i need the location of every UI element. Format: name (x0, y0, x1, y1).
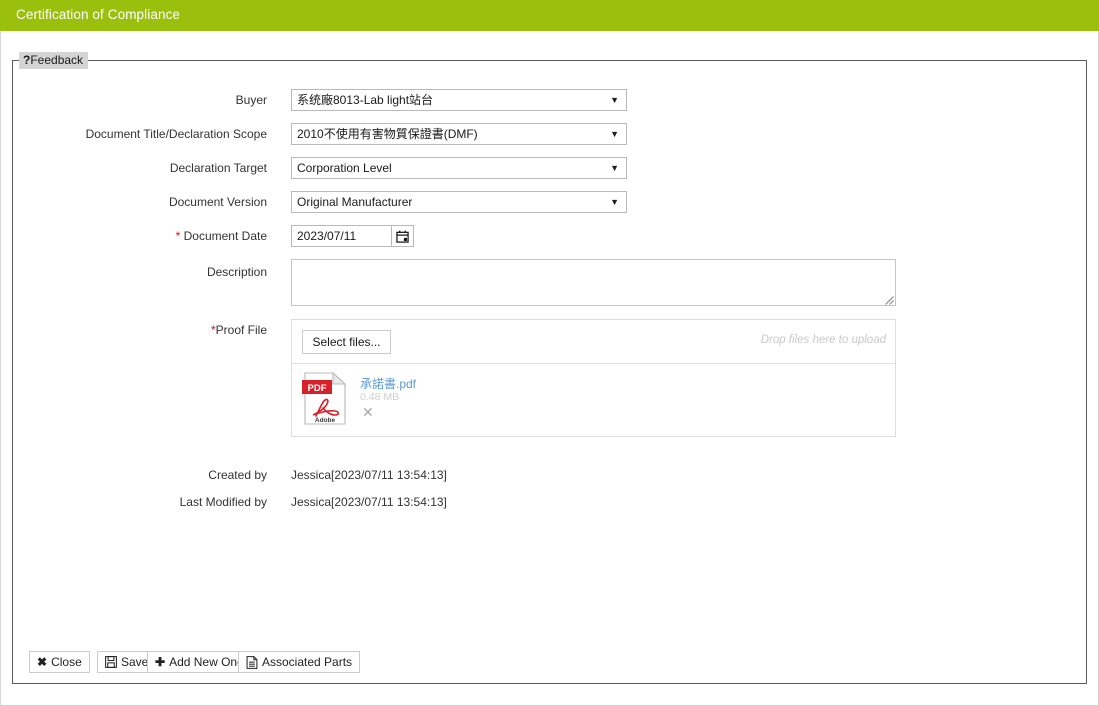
label-proof-file: *Proof File (13, 323, 267, 337)
label-buyer: Buyer (235, 93, 267, 107)
close-x-icon: ✖ (37, 655, 48, 669)
label-proof-file-text: Proof File (215, 323, 267, 337)
file-size: 0.48 MB (360, 391, 400, 403)
select-files-button[interactable]: Select files... (302, 330, 391, 354)
associated-parts-button[interactable]: Associated Parts (238, 651, 361, 673)
window-title-bar: Certification of Compliance (0, 0, 1099, 31)
chevron-down-icon: ▼ (610, 163, 619, 173)
file-uploader-header: Select files... Drop files here to uploa… (292, 320, 895, 364)
label-document-version: Document Version (168, 195, 267, 209)
chevron-down-icon: ▼ (610, 129, 619, 139)
add-new-one-button-label: Add New One (169, 655, 244, 669)
remove-file-icon[interactable]: ✕ (362, 405, 374, 419)
drop-files-hint: Drop files here to upload (760, 334, 886, 346)
plus-icon: ✚ (155, 655, 166, 669)
chevron-down-icon: ▼ (610, 95, 619, 105)
label-document-date: * Document Date (13, 229, 267, 243)
svg-text:Adobe: Adobe (315, 417, 336, 424)
label-declaration-target: Declaration Target (169, 161, 267, 175)
document-version-select-value: Original Manufacturer (297, 195, 413, 209)
document-title-select-value: 2010不使用有害物質保證書(DMF) (297, 127, 478, 141)
file-uploader: Select files... Drop files here to uploa… (291, 319, 896, 437)
save-floppy-icon (105, 656, 117, 668)
feedback-tab-label: Feedback (30, 53, 84, 67)
form-action-bar: ✖ Close Save ✚ Add New One Associated Pa… (13, 643, 1086, 683)
content-panel: Buyer 系统廠8013-Lab light站台 ▼ Document Tit… (12, 60, 1087, 684)
label-document-date-text: Document Date (183, 229, 267, 243)
created-by-value: Jessica[2023/07/11 13:54:13] (291, 468, 447, 482)
label-document-title: Document Title/Declaration Scope (85, 127, 267, 141)
page-title: Certification of Compliance (16, 7, 181, 22)
pdf-file-icon: PDF Adobe (302, 371, 348, 426)
associated-parts-button-label: Associated Parts (262, 655, 353, 669)
last-modified-by-value: Jessica[2023/07/11 13:54:13] (291, 495, 447, 509)
calendar-icon[interactable] (392, 225, 414, 247)
svg-text:PDF: PDF (308, 383, 327, 394)
save-button-label: Save (121, 655, 149, 669)
label-created-by: Created by (208, 468, 267, 482)
label-last-modified-by: Last Modified by (179, 495, 267, 509)
chevron-down-icon: ▼ (610, 197, 619, 207)
label-description: Description (206, 265, 267, 279)
document-version-select[interactable]: Original Manufacturer ▼ (291, 191, 627, 213)
required-asterisk: * (175, 229, 181, 243)
document-lines-icon (246, 655, 258, 669)
close-button[interactable]: ✖ Close (29, 651, 90, 673)
description-textarea[interactable] (291, 259, 896, 306)
buyer-select[interactable]: 系统廠8013-Lab light站台 ▼ (291, 89, 627, 111)
declaration-target-select-value: Corporation Level (297, 161, 392, 175)
file-name[interactable]: 承諾書.pdf (360, 375, 416, 392)
add-new-one-button[interactable]: ✚ Add New One (147, 651, 252, 673)
feedback-tab[interactable]: ?Feedback (19, 52, 89, 69)
buyer-select-value: 系统廠8013-Lab light站台 (297, 93, 434, 107)
document-date-input[interactable] (291, 225, 392, 247)
close-button-label: Close (51, 655, 82, 669)
file-uploader-list: PDF Adobe 承諾書.pdf 0.48 MB ✕ (292, 364, 895, 436)
document-title-select[interactable]: 2010不使用有害物質保證書(DMF) ▼ (291, 123, 627, 145)
declaration-target-select[interactable]: Corporation Level ▼ (291, 157, 627, 179)
